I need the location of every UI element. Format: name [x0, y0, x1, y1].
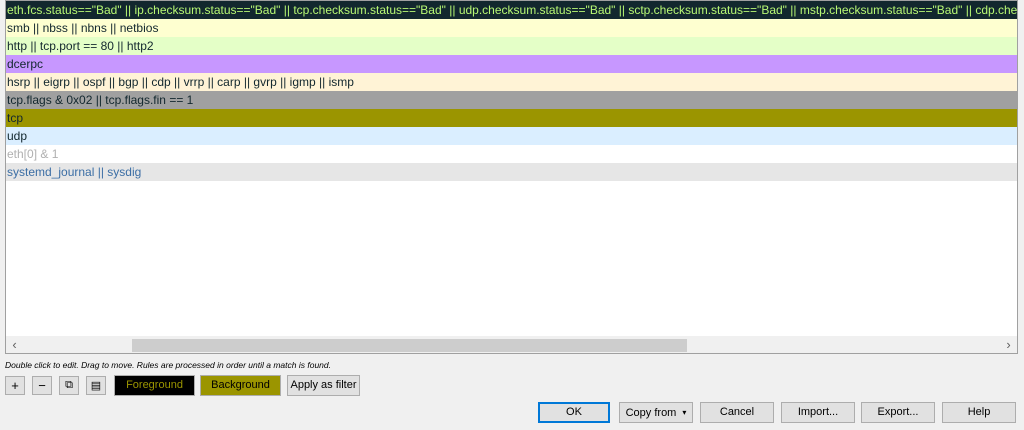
rule-row[interactable]: dcerpc [6, 55, 1017, 73]
rule-row[interactable]: hsrp || eigrp || ospf || bgp || cdp || v… [6, 73, 1017, 91]
hint-text: Double click to edit. Drag to move. Rule… [5, 360, 331, 370]
copy-icon: ⧉ [65, 379, 73, 391]
horizontal-scrollbar[interactable]: ‹ › [6, 336, 1017, 353]
scroll-right-icon[interactable]: › [1000, 337, 1017, 353]
remove-rule-button[interactable]: − [32, 376, 52, 395]
coloring-rules-list[interactable]: eth.fcs.status=="Bad" || ip.checksum.sta… [5, 0, 1018, 354]
copy-from-button[interactable]: Copy from ▾ [619, 402, 693, 423]
rules-rows: eth.fcs.status=="Bad" || ip.checksum.sta… [6, 1, 1017, 337]
cancel-button[interactable]: Cancel [700, 402, 774, 423]
clear-rules-button[interactable]: ▤ [86, 376, 106, 395]
plus-icon: + [11, 378, 19, 393]
rule-row[interactable]: systemd_journal || sysdig [6, 163, 1017, 181]
foreground-button[interactable]: Foreground [114, 375, 195, 396]
rule-row[interactable]: eth[0] & 1 [6, 145, 1017, 163]
rule-row[interactable]: udp [6, 127, 1017, 145]
ok-button[interactable]: OK [538, 402, 610, 423]
export-button[interactable]: Export... [861, 402, 935, 423]
copy-from-label: Copy from [625, 407, 677, 419]
rule-row[interactable]: tcp.flags & 0x02 || tcp.flags.fin == 1 [6, 91, 1017, 109]
rule-row[interactable]: smb || nbss || nbns || netbios [6, 19, 1017, 37]
help-button[interactable]: Help [942, 402, 1016, 423]
rule-row[interactable]: http || tcp.port == 80 || http2 [6, 37, 1017, 55]
add-rule-button[interactable]: + [5, 376, 25, 395]
clear-list-icon: ▤ [90, 380, 102, 392]
chevron-down-icon: ▾ [682, 408, 687, 417]
minus-icon: − [38, 378, 46, 393]
rule-row[interactable]: eth.fcs.status=="Bad" || ip.checksum.sta… [6, 1, 1017, 19]
rule-row[interactable]: tcp [6, 109, 1017, 127]
apply-as-filter-button[interactable]: Apply as filter [287, 375, 360, 396]
scroll-left-icon[interactable]: ‹ [6, 337, 23, 353]
scrollbar-thumb[interactable] [132, 339, 687, 352]
import-button[interactable]: Import... [781, 402, 855, 423]
copy-rule-button[interactable]: ⧉ [59, 376, 79, 395]
background-button[interactable]: Background [200, 375, 281, 396]
